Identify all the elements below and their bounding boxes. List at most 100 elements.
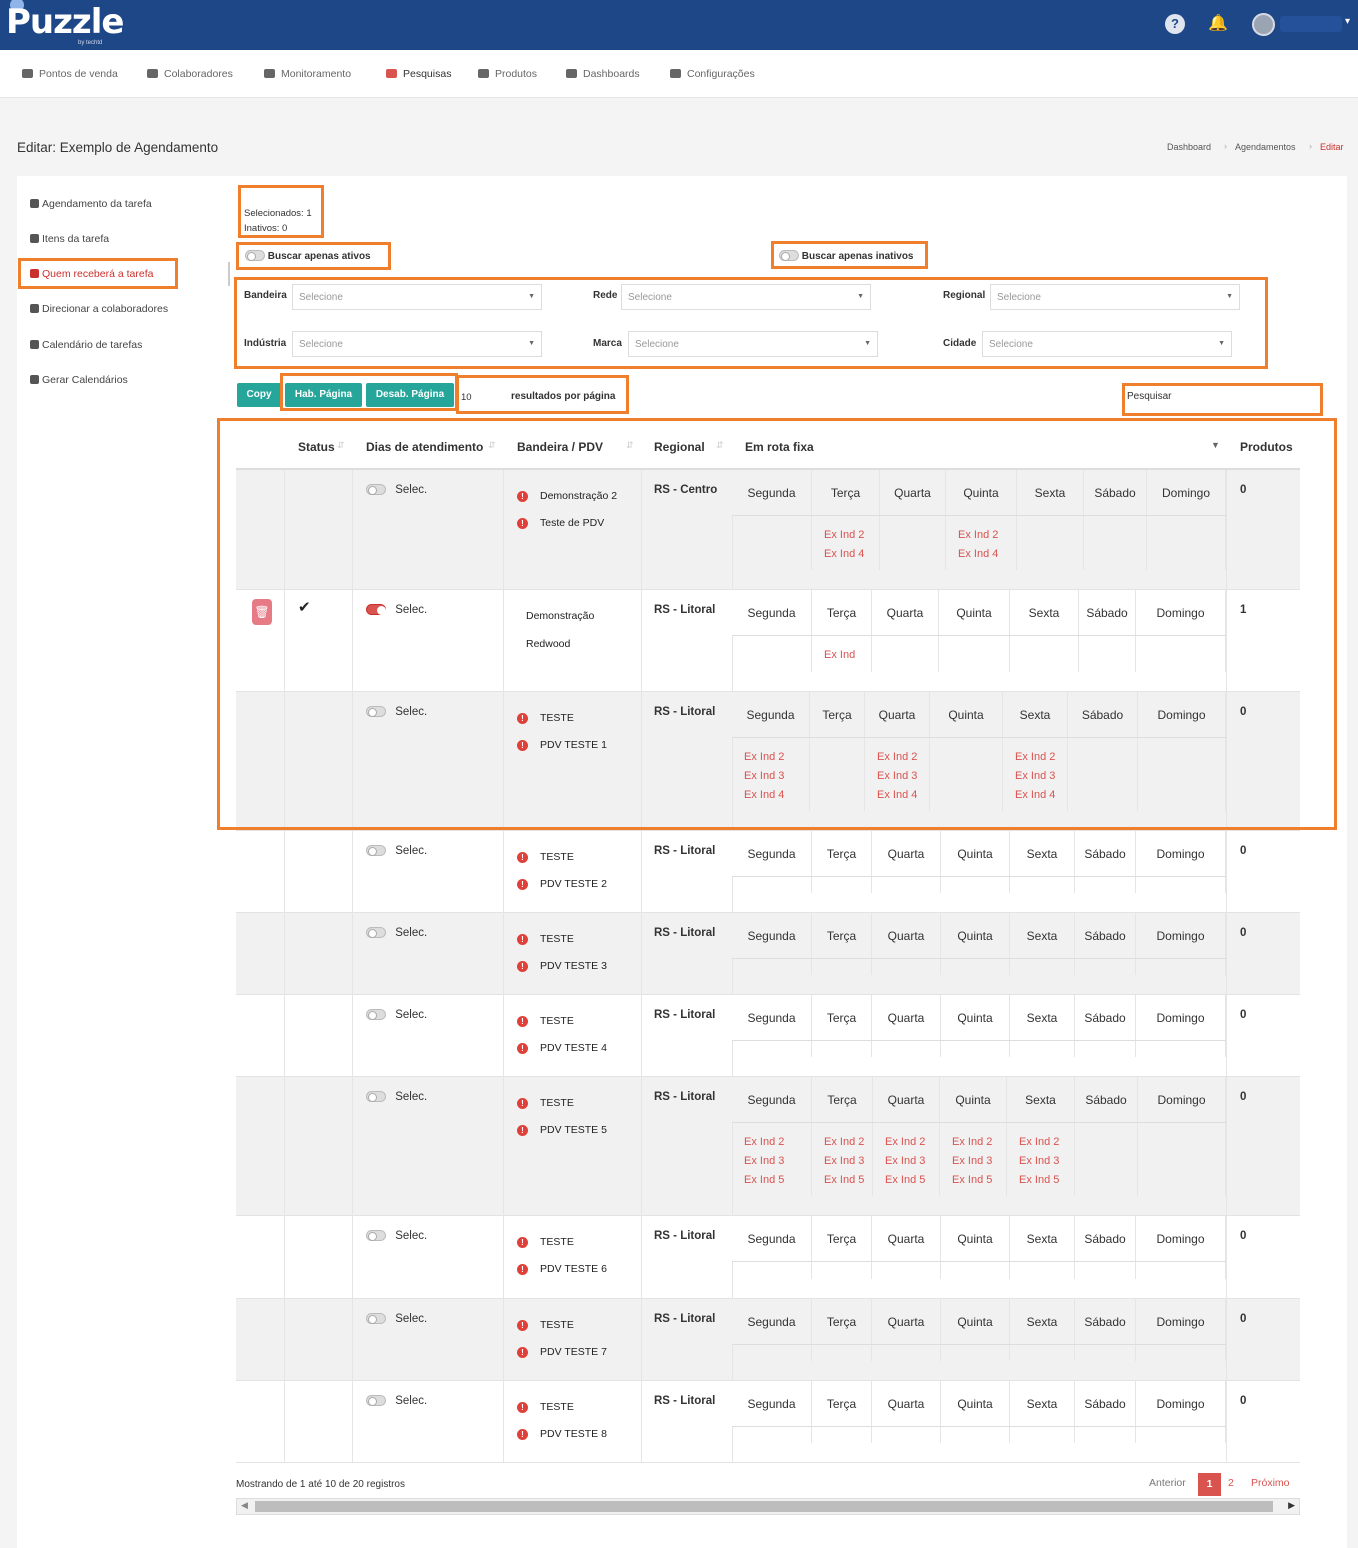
nav-configuracoes[interactable]: Configurações (670, 68, 755, 80)
day-header: Terça (812, 1299, 872, 1344)
filter-bandeira-select[interactable]: Selecione ▼ (292, 284, 542, 310)
column-divider (1226, 995, 1227, 1077)
scroll-right-icon[interactable]: ▶ (1288, 1500, 1295, 1511)
store-icon (22, 69, 33, 78)
column-divider (284, 1077, 285, 1216)
produtos-cell: 0 (1240, 1230, 1247, 1242)
nav-produtos[interactable]: Produtos (478, 68, 537, 80)
table-row: Selec.! TESTE! PDV TESTE 8 RS - Litoral Segu… (236, 1381, 1300, 1463)
sidebar-item-calendario[interactable]: Calendário de tarefas (30, 339, 142, 351)
toggle-switch[interactable] (779, 250, 799, 261)
nav-colaboradores[interactable]: Colaboradores (147, 68, 233, 80)
toggle-active-only[interactable]: Buscar apenas ativos (245, 250, 371, 262)
pdv-name: PDV TESTE 4 (540, 1042, 607, 1054)
day-divider (1225, 995, 1226, 1057)
warning-icon: ! (517, 879, 528, 890)
selec-label: Selec. (392, 1313, 428, 1325)
day-grid: Segunda Terça Quarta Quinta Sexta Sábado Domin… (732, 995, 1226, 1077)
day-header: Sábado (1075, 995, 1136, 1040)
toggle-switch[interactable] (245, 250, 265, 261)
pagination-page-2[interactable]: 2 (1228, 1477, 1234, 1489)
selec-toggle[interactable]: Selec. (366, 1091, 427, 1103)
filter-industria-label: Indústria (244, 338, 287, 349)
nav-monitoramento[interactable]: Monitoramento (264, 68, 351, 80)
filter-industria-select[interactable]: Selecione ▼ (292, 331, 542, 357)
toggle-inactive-only[interactable]: Buscar apenas inativos (779, 250, 914, 262)
sidebar-item-agendamento[interactable]: Agendamento da tarefa (30, 198, 152, 210)
toggle-switch[interactable] (366, 1091, 386, 1102)
column-divider (284, 913, 285, 995)
selec-toggle[interactable]: Selec. (366, 1395, 427, 1407)
toggle-switch[interactable] (366, 1313, 386, 1324)
breadcrumb-dashboard[interactable]: Dashboard (1167, 142, 1211, 152)
day-header-divider (732, 1040, 1226, 1041)
filter-marca-select[interactable]: Selecione ▼ (628, 331, 878, 357)
sidebar-item-gerar[interactable]: Gerar Calendários (30, 374, 128, 386)
warning-icon: ! (517, 852, 528, 863)
day-header: Segunda (732, 1381, 812, 1426)
pagination-page-1[interactable]: 1 (1198, 1473, 1221, 1496)
toggle-switch[interactable] (366, 1009, 386, 1020)
regional-cell: RS - Litoral (654, 1313, 716, 1325)
chevron-down-icon[interactable]: ▾ (1345, 16, 1350, 27)
day-header: Quarta (872, 831, 941, 876)
pdv-line: ! TESTE (517, 1401, 574, 1413)
nav-dashboards[interactable]: Dashboards (566, 68, 640, 80)
toggle-switch[interactable] (366, 1230, 386, 1241)
avatar[interactable] (1252, 13, 1275, 36)
day-header: Sábado (1075, 1216, 1136, 1261)
pdv-line: ! TESTE (517, 933, 574, 945)
copy-button[interactable]: Copy (237, 383, 281, 407)
column-divider (641, 1299, 642, 1381)
per-page-select[interactable]: 10 (461, 392, 472, 403)
pdv-name: TESTE (540, 1097, 574, 1109)
horizontal-scrollbar[interactable]: ◀ ▶ (236, 1498, 1300, 1515)
pdv-name: PDV TESTE 3 (540, 960, 607, 972)
day-header: Quarta (873, 1077, 940, 1122)
day-header: Domingo (1136, 1381, 1226, 1426)
table-row: Selec.! TESTE! PDV TESTE 2 RS - Litoral Segu… (236, 831, 1300, 913)
pagination-prev[interactable]: Anterior (1149, 1477, 1186, 1489)
day-header: Domingo (1136, 913, 1226, 958)
sidebar-item-itens[interactable]: Itens da tarefa (30, 233, 109, 245)
nav-pesquisas[interactable]: Pesquisas (386, 68, 451, 80)
pdv-line: ! TESTE (517, 851, 574, 863)
bell-icon[interactable]: 🔔 (1208, 14, 1228, 34)
selec-toggle[interactable]: Selec. (366, 845, 427, 857)
sidebar-item-direcionar[interactable]: Direcionar a colaboradores (30, 303, 168, 315)
selec-toggle[interactable]: Selec. (366, 1230, 427, 1242)
filter-regional-select[interactable]: Selecione ▼ (990, 284, 1240, 310)
pdv-name: TESTE (540, 1319, 574, 1331)
toggle-switch[interactable] (366, 1395, 386, 1406)
filter-cidade-select[interactable]: Selecione ▼ (982, 331, 1232, 357)
filter-rede-select[interactable]: Selecione ▼ (621, 284, 871, 310)
scrollbar-thumb[interactable] (255, 1501, 1273, 1512)
day-header: Quarta (872, 1381, 941, 1426)
toggle-switch[interactable] (366, 845, 386, 856)
warning-icon: ! (517, 1098, 528, 1109)
pdv-name: TESTE (540, 851, 574, 863)
selec-toggle[interactable]: Selec. (366, 1313, 427, 1325)
nav-pontos-de-venda[interactable]: Pontos de venda (22, 68, 118, 80)
help-icon[interactable]: ? (1165, 14, 1185, 34)
selec-toggle[interactable]: Selec. (366, 1009, 427, 1021)
toggle-switch[interactable] (366, 927, 386, 938)
produtos-cell: 0 (1240, 845, 1247, 857)
pagination-next[interactable]: Próximo (1251, 1477, 1290, 1489)
day-header: Segunda (732, 1216, 812, 1261)
logo[interactable]: Puzzle (6, 2, 124, 42)
sidebar-item-quem-recebera[interactable]: Quem receberá a tarefa (30, 268, 153, 280)
day-header: Sábado (1075, 1381, 1136, 1426)
scroll-left-icon[interactable]: ◀ (241, 1500, 248, 1511)
user-name-redacted[interactable] (1280, 16, 1342, 32)
pdv-name: PDV TESTE 6 (540, 1263, 607, 1275)
column-divider (503, 913, 504, 995)
breadcrumb-agendamentos[interactable]: Agendamentos (1235, 142, 1296, 152)
pdv-line: ! PDV TESTE 3 (517, 960, 607, 972)
day-header: Sábado (1075, 1077, 1138, 1122)
selec-toggle[interactable]: Selec. (366, 927, 427, 939)
day-header: Quinta (941, 1381, 1010, 1426)
day-divider (1225, 913, 1226, 975)
breadcrumb-separator: › (1224, 141, 1227, 151)
day-divider (1225, 1299, 1226, 1361)
